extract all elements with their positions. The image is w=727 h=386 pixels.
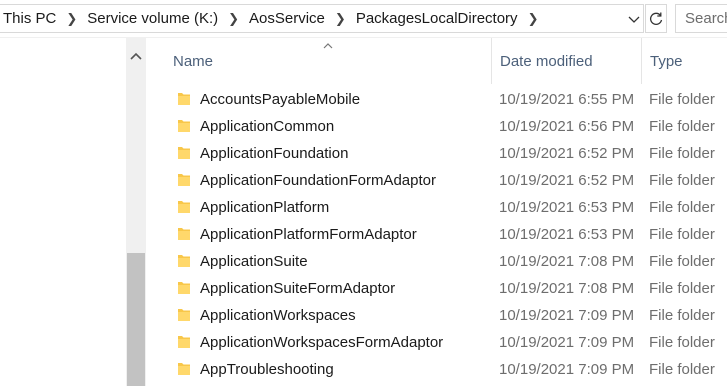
breadcrumb-aosservice[interactable]: AosService xyxy=(245,10,329,27)
folder-icon xyxy=(178,363,190,375)
scrollbar-thumb[interactable] xyxy=(127,253,145,386)
file-type: File folder xyxy=(649,118,715,135)
address-bar[interactable]: This PC ❯ Service volume (K:) ❯ AosServi… xyxy=(0,4,644,33)
breadcrumb-this-pc[interactable]: This PC xyxy=(0,10,60,27)
file-date-modified: 10/19/2021 6:55 PM xyxy=(499,91,635,108)
chevron-right-icon[interactable]: ❯ xyxy=(329,11,352,27)
file-row[interactable]: ApplicationFoundation 10/19/2021 6:52 PM F… xyxy=(150,140,727,167)
file-type: File folder xyxy=(649,145,715,162)
file-type: File folder xyxy=(649,226,715,243)
file-name: ApplicationSuite xyxy=(200,253,308,270)
file-type: File folder xyxy=(649,91,715,108)
file-type: File folder xyxy=(649,307,715,324)
file-name: ApplicationPlatformFormAdaptor xyxy=(200,226,417,243)
file-date-modified: 10/19/2021 7:09 PM xyxy=(499,307,635,324)
folder-icon xyxy=(178,201,190,213)
file-date-modified: 10/19/2021 7:09 PM xyxy=(499,361,635,378)
file-row[interactable]: ApplicationFoundationFormAdaptor 10/19/20… xyxy=(150,167,727,194)
file-date-modified: 10/19/2021 7:09 PM xyxy=(499,334,635,351)
file-date-modified: 10/19/2021 6:56 PM xyxy=(499,118,635,135)
scroll-up-icon[interactable] xyxy=(126,46,146,66)
folder-icon xyxy=(178,228,190,240)
file-row[interactable]: ApplicationPlatformFormAdaptor 10/19/2021… xyxy=(150,221,727,248)
column-header-date-modified[interactable]: Date modified xyxy=(491,38,641,84)
folder-icon xyxy=(178,147,190,159)
navigation-scrollbar[interactable] xyxy=(126,38,146,386)
chevron-right-icon[interactable]: ❯ xyxy=(60,11,83,27)
search-input[interactable]: Search xyxy=(675,4,727,33)
file-date-modified: 10/19/2021 6:52 PM xyxy=(499,145,635,162)
file-row[interactable]: ApplicationCommon 10/19/2021 6:56 PM File … xyxy=(150,113,727,140)
file-date-modified: 10/19/2021 7:08 PM xyxy=(499,280,635,297)
column-header-name[interactable]: Name xyxy=(173,38,491,84)
file-name: ApplicationCommon xyxy=(200,118,335,135)
navigation-pane[interactable] xyxy=(0,38,126,386)
folder-icon xyxy=(178,309,190,321)
file-type: File folder xyxy=(649,361,715,378)
file-name: ApplicationSuiteFormAdaptor xyxy=(200,280,396,297)
file-date-modified: 10/19/2021 6:53 PM xyxy=(499,226,635,243)
file-name: AccountsPayableMobile xyxy=(200,91,361,108)
file-name: ApplicationPlatform xyxy=(200,199,330,216)
folder-icon xyxy=(178,255,190,267)
file-row[interactable]: ApplicationWorkspaces 10/19/2021 7:09 PM F… xyxy=(150,302,727,329)
file-type: File folder xyxy=(649,172,715,189)
file-row[interactable]: ApplicationSuiteFormAdaptor 10/19/2021 7:… xyxy=(150,275,727,302)
refresh-icon xyxy=(650,12,663,25)
file-name: ApplicationWorkspaces xyxy=(200,307,356,324)
column-header-type[interactable]: Type xyxy=(641,38,727,84)
folder-icon xyxy=(178,174,190,186)
folder-icon xyxy=(178,120,190,132)
file-date-modified: 10/19/2021 6:53 PM xyxy=(499,199,635,216)
file-name: ApplicationFoundation xyxy=(200,145,349,162)
breadcrumb-service-volume[interactable]: Service volume (K:) xyxy=(83,10,222,27)
file-type: File folder xyxy=(649,334,715,351)
chevron-down-icon[interactable] xyxy=(626,10,642,28)
file-type: File folder xyxy=(649,199,715,216)
file-row[interactable]: ApplicationSuite 10/19/2021 7:08 PM File f… xyxy=(150,248,727,275)
file-row[interactable]: ApplicationPlatform 10/19/2021 6:53 PM Fil… xyxy=(150,194,727,221)
file-explorer-window: This PC ❯ Service volume (K:) ❯ AosServi… xyxy=(0,0,727,386)
file-name: AppTroubleshooting xyxy=(200,361,334,378)
folder-icon xyxy=(178,282,190,294)
file-list: AccountsPayableMobile 10/19/2021 6:55 PM F… xyxy=(150,86,727,383)
file-type: File folder xyxy=(649,253,715,270)
address-row: This PC ❯ Service volume (K:) ❯ AosServi… xyxy=(0,0,727,38)
folder-icon xyxy=(178,93,190,105)
file-row[interactable]: AppTroubleshooting 10/19/2021 7:09 PM File… xyxy=(150,356,727,383)
folder-icon xyxy=(178,336,190,348)
file-row[interactable]: AccountsPayableMobile 10/19/2021 6:55 PM F… xyxy=(150,86,727,113)
chevron-right-icon[interactable]: ❯ xyxy=(522,11,545,27)
chevron-right-icon[interactable]: ❯ xyxy=(222,11,245,27)
file-name: ApplicationWorkspacesFormAdaptor xyxy=(200,334,444,351)
file-row[interactable]: ApplicationWorkspacesFormAdaptor 10/19/20… xyxy=(150,329,727,356)
refresh-button[interactable] xyxy=(645,4,667,33)
breadcrumb-packageslocaldirectory[interactable]: PackagesLocalDirectory xyxy=(352,10,522,27)
file-date-modified: 10/19/2021 6:52 PM xyxy=(499,172,635,189)
file-name: ApplicationFoundationFormAdaptor xyxy=(200,172,436,189)
file-type: File folder xyxy=(649,280,715,297)
file-date-modified: 10/19/2021 7:08 PM xyxy=(499,253,635,270)
